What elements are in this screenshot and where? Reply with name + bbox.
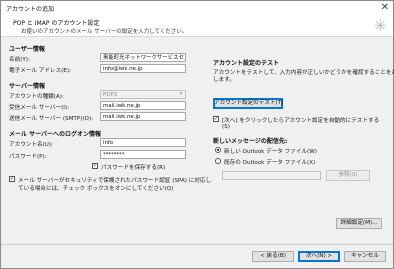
- user-info-heading: ユーザー情報: [9, 46, 45, 53]
- header-subtitle: お使いのアカウントのメール サーバーの設定を入力してください。: [21, 29, 188, 35]
- incoming-server-label: 受信メール サーバー(I):: [9, 105, 69, 111]
- test-desc-line1: アカウントをテストして、入力内容が正しいかどうかを確認することをお勧め: [213, 70, 394, 76]
- login-info-heading: メール サーバーへのログオン情報: [9, 131, 102, 138]
- server-info-heading: サーバー情報: [9, 83, 45, 90]
- remember-password-checkbox[interactable]: ✓: [92, 163, 98, 169]
- header-title: POP と IMAP のアカウント設定: [13, 20, 100, 27]
- new-data-file-radio[interactable]: [215, 147, 221, 153]
- add-account-dialog: アカウントの追加 ✕ POP と IMAP のアカウント設定 お使いのアカウント…: [0, 0, 394, 269]
- incoming-server-input[interactable]: mail.iwk.ne.jp: [100, 101, 186, 110]
- account-name-label: アカウント名(U):: [9, 142, 53, 148]
- remember-password-label: パスワードを保存する(R): [101, 165, 166, 171]
- name-label: 名前(Y):: [9, 57, 30, 63]
- title-bar: アカウントの追加 ✕: [1, 1, 393, 15]
- password-label: パスワード(P):: [9, 154, 47, 160]
- window-title: アカウントの追加: [6, 6, 55, 13]
- cancel-button[interactable]: キャンセル: [344, 251, 386, 262]
- test-account-button[interactable]: アカウント設定のテスト(T): [213, 98, 283, 109]
- new-data-file-label: 新しい Outlook データ ファイル(W): [224, 149, 317, 155]
- name-input[interactable]: 奥能町光ネットワークサービスセンタ: [100, 53, 186, 62]
- test-desc-line2: します。: [213, 77, 235, 83]
- account-name-input[interactable]: info: [100, 138, 186, 147]
- delivery-heading: 新しいメッセージの配信先:: [213, 138, 288, 145]
- account-type-select: POP3 ▾: [100, 90, 186, 99]
- password-input[interactable]: ********: [100, 150, 186, 159]
- existing-data-file-label: 既存の Outlook データ ファイル(X): [224, 160, 316, 166]
- email-input[interactable]: info@iwk.ne.jp: [100, 64, 186, 73]
- account-type-value: POP3: [103, 92, 118, 98]
- auto-test-checkbox[interactable]: ✓: [213, 116, 219, 122]
- auto-test-label-line1: [次へ] をクリックしたらアカウント設定を自動的にテストする: [222, 118, 380, 124]
- chevron-down-icon: ▾: [179, 91, 183, 97]
- more-settings-button[interactable]: 詳細設定(M)...: [336, 218, 382, 229]
- outgoing-server-label: 送信メール サーバー (SMTP)(O):: [9, 116, 94, 122]
- account-type-label: アカウントの種類(A):: [9, 94, 64, 100]
- back-button[interactable]: < 戻る(B): [252, 251, 294, 262]
- sparkle-icon: ✳: [373, 16, 387, 35]
- spa-label-line1: メール サーバーがセキュリティで保護されたパスワード認証 (SPA) に対応し: [18, 178, 212, 184]
- data-file-path-input: [222, 171, 321, 180]
- test-heading: アカウント設定のテスト: [213, 60, 280, 67]
- outgoing-server-input[interactable]: mail.iwk.ne.jp: [100, 112, 186, 121]
- next-button[interactable]: 次へ(N) >: [298, 251, 340, 262]
- email-label: 電子メール アドレス(E):: [9, 68, 71, 74]
- close-icon[interactable]: ✕: [381, 2, 389, 14]
- spa-label-line2: ている場合には、チェック ボックスをオンにしてください(Q): [18, 186, 174, 192]
- browse-button[interactable]: 参照(S): [326, 170, 370, 181]
- spa-checkbox[interactable]: ✓: [9, 176, 15, 182]
- dialog-header: POP と IMAP のアカウント設定 お使いのアカウントのメール サーバーの設…: [1, 15, 393, 37]
- existing-data-file-radio[interactable]: [215, 158, 221, 164]
- auto-test-label-line2: (S): [222, 124, 230, 130]
- footer-divider: [1, 244, 393, 245]
